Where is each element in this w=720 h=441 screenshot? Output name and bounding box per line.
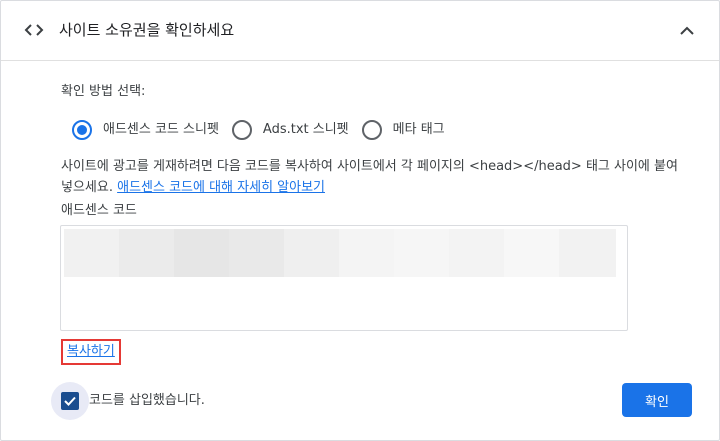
code-icon [24, 24, 44, 36]
radio-unchecked-icon [361, 120, 382, 140]
card-title: 사이트 소유권을 확인하세요 [59, 21, 235, 39]
learn-more-link[interactable]: 애드센스 코드에 대해 자세히 알아보기 [117, 180, 325, 195]
radio-adsense-snippet[interactable]: 애드센스 코드 스니펫 [72, 120, 219, 140]
radio-checked-icon [72, 120, 92, 140]
blurred-code [64, 229, 616, 277]
verify-site-card: 사이트 소유권을 확인하세요 확인 방법 선택: 애드센스 코드 스니펫 Ads… [0, 0, 720, 441]
radio-ads-txt-snippet[interactable]: Ads.txt 스니펫 [231, 120, 349, 140]
method-label: 확인 방법 선택: [61, 84, 146, 99]
confirm-button[interactable]: 확인 [622, 383, 692, 417]
card-header[interactable]: 사이트 소유권을 확인하세요 [1, 1, 719, 61]
radio-unchecked-icon [231, 120, 252, 140]
radio-meta-tag[interactable]: 메타 태그 [361, 120, 445, 140]
copy-button[interactable]: 복사하기 [61, 339, 121, 365]
instruction-text: 사이트에 광고를 게재하려면 다음 코드를 복사하여 사이트에서 각 페이지의 … [61, 156, 681, 198]
code-label: 애드센스 코드 [61, 203, 137, 218]
radio-label: 메타 태그 [392, 122, 445, 137]
verification-method-group: 애드센스 코드 스니펫 Ads.txt 스니펫 메타 태그 [72, 119, 458, 141]
checkbox-label: 코드를 삽입했습니다. [89, 393, 205, 408]
code-snippet-box[interactable] [60, 225, 628, 331]
radio-label: 애드센스 코드 스니펫 [103, 122, 219, 137]
inserted-code-checkbox[interactable] [51, 382, 89, 420]
checkbox-checked-icon [61, 392, 79, 410]
chevron-up-icon[interactable] [675, 19, 699, 43]
radio-label: Ads.txt 스니펫 [262, 122, 349, 137]
